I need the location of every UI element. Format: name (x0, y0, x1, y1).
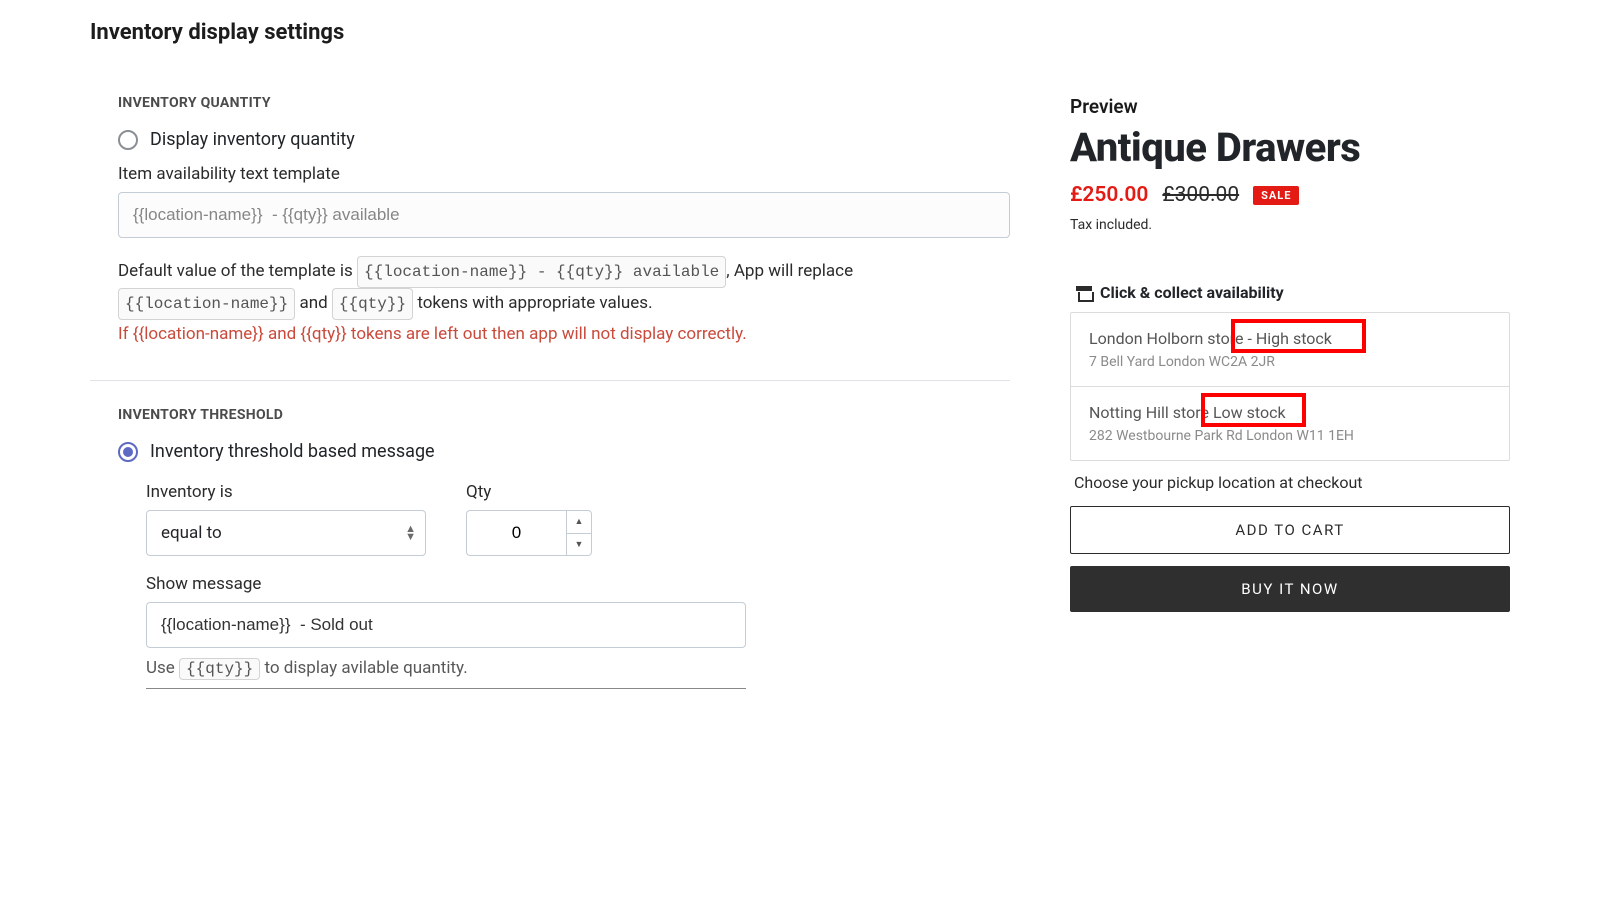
hint-token: {{qty}} (179, 658, 260, 680)
hint-suffix: to display avilable quantity. (260, 658, 467, 678)
qty-stepper: ▲ ▼ (566, 510, 592, 556)
settings-panel: INVENTORY QUANTITY Display inventory qua… (90, 95, 1010, 689)
hint-prefix: Use (146, 658, 179, 678)
help-and: and (295, 293, 332, 313)
preview-panel: Preview Antique Drawers £250.00 £300.00 … (1070, 95, 1510, 689)
original-price: £300.00 (1162, 183, 1239, 207)
page-title: Inventory display settings (90, 20, 1510, 45)
threshold-message-radio[interactable] (118, 442, 138, 462)
location-name: London Holborn store (1089, 329, 1244, 348)
location-item[interactable]: Notting Hill store Low stock 282 Westbou… (1071, 386, 1509, 460)
section-divider (90, 380, 1010, 381)
display-inventory-quantity-label: Display inventory quantity (150, 129, 355, 150)
pickup-note: Choose your pickup location at checkout (1074, 473, 1510, 492)
show-message-label: Show message (146, 574, 1010, 594)
product-title: Antique Drawers (1070, 124, 1510, 171)
location-address: 7 Bell Yard London WC2A 2JR (1089, 354, 1491, 370)
store-icon (1076, 286, 1092, 300)
help-mid1: , App will replace (726, 261, 853, 281)
template-warning: If {{location-name}} and {{qty}} tokens … (118, 320, 1010, 348)
show-message-input[interactable] (146, 602, 746, 648)
qty-increment-button[interactable]: ▲ (567, 511, 591, 534)
help-lead: Default value of the template is (118, 261, 357, 281)
help-mid2: tokens with appropriate values. (413, 293, 652, 313)
token-location: {{location-name}} (118, 288, 295, 320)
select-chevron-icon: ▲▼ (405, 525, 416, 541)
token-full: {{location-name}} - {{qty}} available (357, 256, 726, 288)
token-qty: {{qty}} (332, 288, 413, 320)
location-stock-status: - High stock (1244, 329, 1332, 348)
location-address: 282 Westbourne Park Rd London W11 1EH (1089, 428, 1491, 444)
display-inventory-quantity-radio[interactable] (118, 130, 138, 150)
location-stock-status: Low stock (1209, 403, 1286, 422)
location-list: London Holborn store - High stock 7 Bell… (1070, 312, 1510, 461)
threshold-message-label: Inventory threshold based message (150, 441, 435, 462)
click-collect-heading: Click & collect availability (1100, 283, 1284, 302)
inventory-is-label: Inventory is (146, 482, 426, 502)
inventory-quantity-heading: INVENTORY QUANTITY (118, 95, 1010, 111)
bottom-divider (146, 688, 746, 689)
location-name: Notting Hill store (1089, 403, 1209, 422)
template-input[interactable] (118, 192, 1010, 238)
template-help-text: Default value of the template is {{locat… (118, 256, 1010, 348)
qty-input[interactable] (466, 510, 566, 556)
buy-it-now-button[interactable]: BUY IT NOW (1070, 566, 1510, 612)
tax-included-note: Tax included. (1070, 217, 1510, 233)
sale-badge: SALE (1253, 186, 1299, 205)
inventory-threshold-heading: INVENTORY THRESHOLD (118, 407, 1010, 423)
inventory-is-select[interactable]: equal to (146, 510, 426, 556)
location-item[interactable]: London Holborn store - High stock 7 Bell… (1071, 313, 1509, 386)
preview-heading: Preview (1070, 95, 1510, 118)
template-field-label: Item availability text template (118, 164, 1010, 184)
sale-price: £250.00 (1070, 183, 1148, 207)
qty-label: Qty (466, 482, 592, 502)
qty-decrement-button[interactable]: ▼ (567, 534, 591, 556)
add-to-cart-button[interactable]: ADD TO CART (1070, 506, 1510, 554)
show-message-hint: Use {{qty}} to display avilable quantity… (146, 658, 1010, 680)
